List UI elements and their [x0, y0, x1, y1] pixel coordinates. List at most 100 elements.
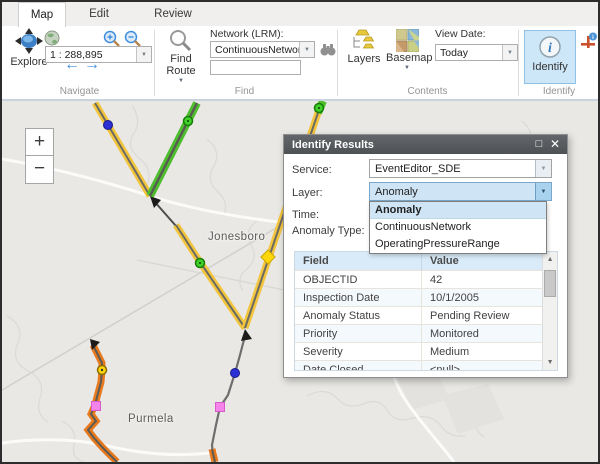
green-point-marker	[196, 259, 205, 268]
group-separator	[337, 30, 338, 96]
layers-button[interactable]: Layers	[345, 29, 383, 65]
service-dropdown-button[interactable]: ▼	[535, 160, 551, 177]
basemap-button[interactable]: Basemap ▼	[386, 29, 428, 71]
attributes-table: Field Value OBJECTID 42 Inspection Date …	[294, 251, 558, 371]
route-search-input[interactable]	[210, 60, 301, 75]
yellow-ring-marker	[98, 366, 107, 375]
find-binoculars-icon[interactable]	[320, 42, 336, 57]
blue-point-marker	[231, 369, 240, 378]
find-route-label1: Find	[162, 53, 200, 65]
contents-group-label: Contents	[380, 86, 475, 97]
svg-text:i: i	[548, 41, 552, 56]
table-row[interactable]: Priority Monitored	[295, 324, 542, 342]
scale-dropdown-button[interactable]: ▼	[136, 47, 151, 62]
tab-map[interactable]: Map	[18, 2, 66, 27]
chevron-down-icon: ▼	[541, 189, 547, 195]
plus-icon: +	[34, 131, 45, 152]
pink-square-marker	[216, 403, 225, 412]
service-combo[interactable]: EventEditor_SDE ▼	[369, 159, 552, 178]
layer-value: Anomaly	[370, 183, 535, 200]
scroll-down-button[interactable]: ▼	[543, 359, 557, 366]
view-date-value: Today	[436, 45, 502, 60]
tab-review-label: Review	[154, 8, 192, 20]
layer-label: Layer:	[292, 187, 323, 199]
dialog-titlebar[interactable]: Identify Results □ ✕	[284, 135, 567, 154]
network-lrm-label: Network (LRM):	[210, 28, 284, 40]
green-point-marker	[315, 104, 324, 113]
column-header-field[interactable]: Field	[295, 252, 422, 270]
chevron-down-icon: ▼	[507, 50, 513, 56]
scrollbar-thumb[interactable]	[544, 270, 556, 297]
find-group-label: Find	[197, 86, 292, 97]
tab-edit-label: Edit	[89, 8, 109, 20]
map-zoom-out-button[interactable]: −	[25, 156, 54, 184]
identify-icon: i	[538, 35, 562, 59]
view-date-combo[interactable]: Today ▼	[435, 44, 518, 61]
table-scrollbar[interactable]: ▲ ▼	[542, 252, 557, 370]
layers-label: Layers	[345, 53, 383, 65]
dialog-title: Identify Results	[284, 139, 531, 151]
basemap-icon	[396, 29, 419, 52]
explore-icon	[15, 28, 43, 56]
chevron-down-icon: ▼	[541, 166, 547, 172]
tab-review[interactable]: Review	[148, 2, 198, 26]
table-row[interactable]: OBJECTID 42	[295, 270, 542, 288]
scroll-up-icon: ▲	[547, 256, 554, 263]
ribbon-tab-row: Map Edit Review	[2, 2, 598, 26]
scroll-up-button[interactable]: ▲	[543, 256, 557, 263]
identify-button[interactable]: i Identify	[524, 30, 576, 84]
chevron-down-icon: ▼	[304, 47, 310, 53]
table-row[interactable]: Date Closed <null>	[295, 360, 542, 371]
table-header-row: Field Value	[295, 252, 542, 270]
dialog-close-button[interactable]: ✕	[547, 135, 563, 154]
minus-icon: −	[34, 158, 45, 179]
tab-edit[interactable]: Edit	[76, 2, 122, 26]
service-label: Service:	[292, 164, 332, 176]
time-label: Time:	[292, 209, 319, 221]
table-row[interactable]: Severity Medium	[295, 342, 542, 360]
network-dropdown-button[interactable]: ▼	[299, 42, 314, 57]
identify-label: Identify	[525, 61, 575, 73]
anomaly-type-label: Anomaly Type:	[292, 225, 365, 237]
route-search-value	[211, 61, 300, 74]
table-row[interactable]: Inspection Date 10/1/2005	[295, 288, 542, 306]
map-zoom-control: + −	[25, 128, 54, 184]
layer-option-continuousnetwork[interactable]: ContinuousNetwork	[370, 219, 546, 236]
network-lrm-combo[interactable]: ContinuousNetwork ▼	[210, 41, 315, 58]
service-value: EventEditor_SDE	[370, 160, 535, 177]
map-scale-value: 1 : 288,895	[46, 47, 136, 62]
basemap-caret-icon: ▼	[386, 65, 428, 71]
layer-dropdown-button[interactable]: ▼	[535, 183, 551, 200]
maximize-icon: □	[536, 138, 543, 150]
close-icon: ✕	[550, 137, 560, 151]
find-route-button[interactable]: Find Route ▼	[162, 29, 200, 84]
find-route-magnifier-icon	[169, 29, 193, 53]
green-point-marker	[184, 117, 193, 126]
blue-point-marker	[104, 121, 113, 130]
map-scale-combo[interactable]: 1 : 288,895 ▼	[45, 46, 152, 63]
tab-map-label: Map	[31, 9, 53, 21]
explore-label: Explore	[8, 56, 50, 68]
column-header-value[interactable]: Value	[422, 252, 542, 270]
layers-icon	[351, 29, 377, 53]
map-zoom-in-button[interactable]: +	[25, 128, 54, 156]
view-date-dropdown-button[interactable]: ▼	[502, 45, 517, 60]
layer-option-operatingpressurerange[interactable]: OperatingPressureRange	[370, 236, 546, 253]
full-extent-globe-icon[interactable]	[44, 30, 60, 46]
find-route-caret-icon: ▼	[162, 78, 200, 84]
app-window: Map Edit Review Explore	[0, 0, 600, 464]
view-date-label: View Date:	[435, 28, 486, 40]
dialog-maximize-button[interactable]: □	[531, 135, 547, 154]
scroll-down-icon: ▼	[547, 359, 554, 366]
navigate-group-label: Navigate	[32, 86, 127, 97]
place-label-jonesboro: Jonesboro	[208, 231, 265, 243]
chevron-down-icon: ▼	[141, 52, 147, 58]
group-separator	[154, 30, 155, 96]
layer-option-anomaly[interactable]: Anomaly	[370, 202, 546, 219]
identify-results-dialog: Identify Results □ ✕ Service: EventEdito…	[283, 134, 568, 378]
layer-dropdown-list: Anomaly ContinuousNetwork OperatingPress…	[369, 201, 547, 254]
layer-combo[interactable]: Anomaly ▼	[369, 182, 552, 201]
identify-route-location-icon[interactable]: i	[580, 32, 598, 52]
place-label-purmela: Purmela	[128, 413, 174, 425]
table-row[interactable]: Anomaly Status Pending Review	[295, 306, 542, 324]
